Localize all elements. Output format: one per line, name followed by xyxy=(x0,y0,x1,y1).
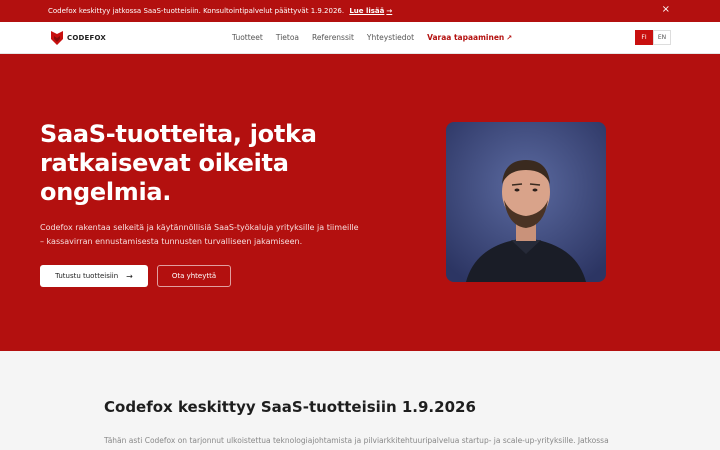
hero-title: SaaS-tuotteita, jotka ratkaisevat oikeit… xyxy=(40,120,317,206)
language-switcher: FI EN xyxy=(635,30,671,45)
main-nav: Tuotteet Tietoa Referenssit Yhteystiedot… xyxy=(232,33,512,42)
explore-products-button[interactable]: Tutustu tuotteisiin → xyxy=(40,265,148,287)
nav-item-tietoa[interactable]: Tietoa xyxy=(276,33,299,42)
section-paragraph: Tähän asti Codefox on tarjonnut ulkoiste… xyxy=(104,436,609,445)
nav-item-tuotteet[interactable]: Tuotteet xyxy=(232,33,263,42)
logo-text: CODEFOX xyxy=(67,34,106,42)
founder-portrait xyxy=(446,122,606,282)
lang-en-button[interactable]: EN xyxy=(653,30,671,45)
arrow-right-icon: → xyxy=(386,7,393,15)
announcement-text: Codefox keskittyy jatkossa SaaS-tuotteis… xyxy=(48,7,345,15)
site-header: CODEFOX Tuotteet Tietoa Referenssit Yhte… xyxy=(0,22,720,54)
arrow-right-icon: → xyxy=(126,271,133,281)
announcement-bar: Codefox keskittyy jatkossa SaaS-tuotteis… xyxy=(0,0,720,22)
nav-item-referenssit[interactable]: Referenssit xyxy=(312,33,354,42)
contact-button[interactable]: Ota yhteyttä xyxy=(157,265,231,287)
hero-section: SaaS-tuotteita, jotka ratkaisevat oikeit… xyxy=(0,54,720,351)
logo[interactable]: CODEFOX xyxy=(50,30,106,46)
nav-item-yhteystiedot[interactable]: Yhteystiedot xyxy=(367,33,414,42)
lang-fi-button[interactable]: FI xyxy=(635,30,653,45)
fox-shield-icon xyxy=(51,31,63,45)
section-heading: Codefox keskittyy SaaS-tuotteisiin 1.9.2… xyxy=(104,398,476,416)
close-icon[interactable]: × xyxy=(662,5,670,15)
announcement-message: Codefox keskittyy jatkossa SaaS-tuotteis… xyxy=(48,7,392,15)
hero-description: Codefox rakentaa selkeitä ja käytännölli… xyxy=(40,223,359,246)
external-link-icon: ↗ xyxy=(506,34,513,42)
book-meeting-link[interactable]: Varaa tapaaminen ↗ xyxy=(427,33,512,42)
read-more-link[interactable]: Lue lisää → xyxy=(349,7,392,15)
